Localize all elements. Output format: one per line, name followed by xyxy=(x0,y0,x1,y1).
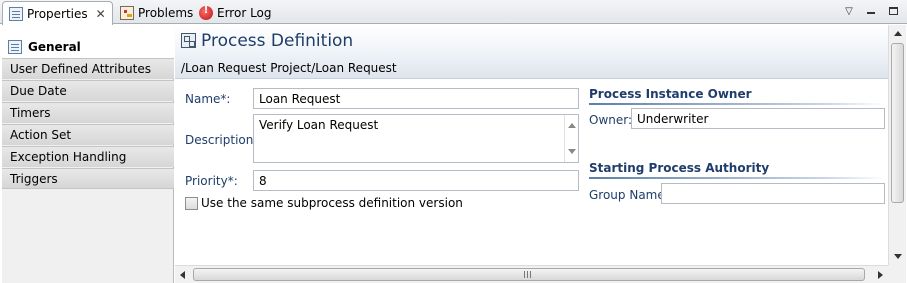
owner-field[interactable]: Underwriter xyxy=(631,108,885,129)
sidebar-item-label: Due Date xyxy=(10,84,67,98)
breadcrumb: /Loan Request Project/Loan Request xyxy=(181,61,397,75)
sidebar-item-label: Action Set xyxy=(10,128,72,142)
description-scrollbar[interactable] xyxy=(564,115,578,162)
header-divider xyxy=(175,78,888,79)
horizontal-scrollbar[interactable] xyxy=(175,265,888,283)
sidebar-item-exception-handling[interactable]: Exception Handling xyxy=(2,146,174,167)
process-definition-icon xyxy=(181,33,196,48)
scroll-left-icon[interactable] xyxy=(180,271,185,279)
properties-panel: Process Definition /Loan Request Project… xyxy=(175,25,888,265)
same-subprocess-version-label: Use the same subprocess definition versi… xyxy=(201,196,463,210)
name-field[interactable]: Loan Request xyxy=(253,88,579,109)
scroll-up-icon[interactable] xyxy=(568,123,576,128)
priority-label: Priority*: xyxy=(185,174,238,188)
sidebar-item-due-date[interactable]: Due Date xyxy=(2,80,174,101)
sidebar-item-triggers[interactable]: Triggers xyxy=(2,168,174,189)
sidebar-item-general[interactable]: General xyxy=(2,35,175,58)
process-instance-owner-heading: Process Instance Owner xyxy=(589,87,752,101)
sidebar-item-label: Triggers xyxy=(10,171,58,186)
sidebar-item-timers[interactable]: Timers xyxy=(2,102,174,123)
close-icon[interactable]: ✕ xyxy=(96,7,106,21)
general-icon xyxy=(8,39,22,54)
minimize-icon[interactable] xyxy=(863,3,879,19)
group-name-label: Group Name xyxy=(589,188,665,202)
sidebar-item-user-defined-attributes[interactable]: User Defined Attributes xyxy=(2,58,174,79)
tab-properties-label: Properties xyxy=(27,6,88,21)
vertical-scroll-thumb[interactable] xyxy=(891,43,904,203)
scrollbar-corner xyxy=(888,265,906,283)
scroll-right-icon[interactable] xyxy=(878,271,883,279)
sidebar-item-label: Timers xyxy=(10,106,51,120)
name-label: Name*: xyxy=(185,92,231,106)
description-label: Description: xyxy=(185,133,258,147)
view-menu-icon[interactable]: ▽ xyxy=(841,3,857,19)
problems-icon xyxy=(120,5,134,20)
same-subprocess-version-checkbox[interactable] xyxy=(185,197,198,210)
error-log-icon xyxy=(199,5,213,20)
window-controls: ▽ xyxy=(841,3,901,19)
maximize-icon[interactable] xyxy=(885,3,901,19)
category-list: General User Defined Attributes Due Date… xyxy=(2,35,175,283)
priority-field[interactable]: 8 xyxy=(253,170,579,191)
sidebar-item-label: Exception Handling xyxy=(10,150,127,164)
owner-label: Owner: xyxy=(589,113,633,127)
tab-error-log[interactable]: Error Log xyxy=(193,1,278,24)
tab-properties[interactable]: Properties ✕ xyxy=(2,1,113,25)
tab-error-log-label: Error Log xyxy=(217,5,272,20)
sidebar-item-label: User Defined Attributes xyxy=(10,62,152,76)
scroll-up-icon[interactable] xyxy=(894,31,902,36)
group-name-field[interactable] xyxy=(661,183,885,204)
tab-problems-label: Problems xyxy=(138,5,194,20)
sidebar-item-action-set[interactable]: Action Set xyxy=(2,124,174,145)
scroll-down-icon[interactable] xyxy=(894,254,902,259)
vertical-scrollbar[interactable] xyxy=(888,25,906,265)
sidebar-item-label: General xyxy=(28,39,81,54)
scroll-down-icon[interactable] xyxy=(568,149,576,154)
starting-process-authority-heading: Starting Process Authority xyxy=(589,161,770,175)
properties-icon xyxy=(9,6,23,21)
description-field[interactable]: Verify Loan Request xyxy=(253,114,579,163)
section-rule xyxy=(589,103,885,105)
horizontal-scroll-thumb[interactable] xyxy=(193,268,865,281)
view-tab-bar: Properties ✕ Problems Error Log ▽ xyxy=(0,0,907,25)
description-text: Verify Loan Request xyxy=(259,118,379,132)
section-rule xyxy=(589,177,885,179)
page-title: Process Definition xyxy=(201,31,354,51)
tab-problems[interactable]: Problems xyxy=(114,1,199,24)
scroll-grip-icon xyxy=(524,271,532,278)
panel-header: Process Definition /Loan Request Project… xyxy=(175,25,888,79)
